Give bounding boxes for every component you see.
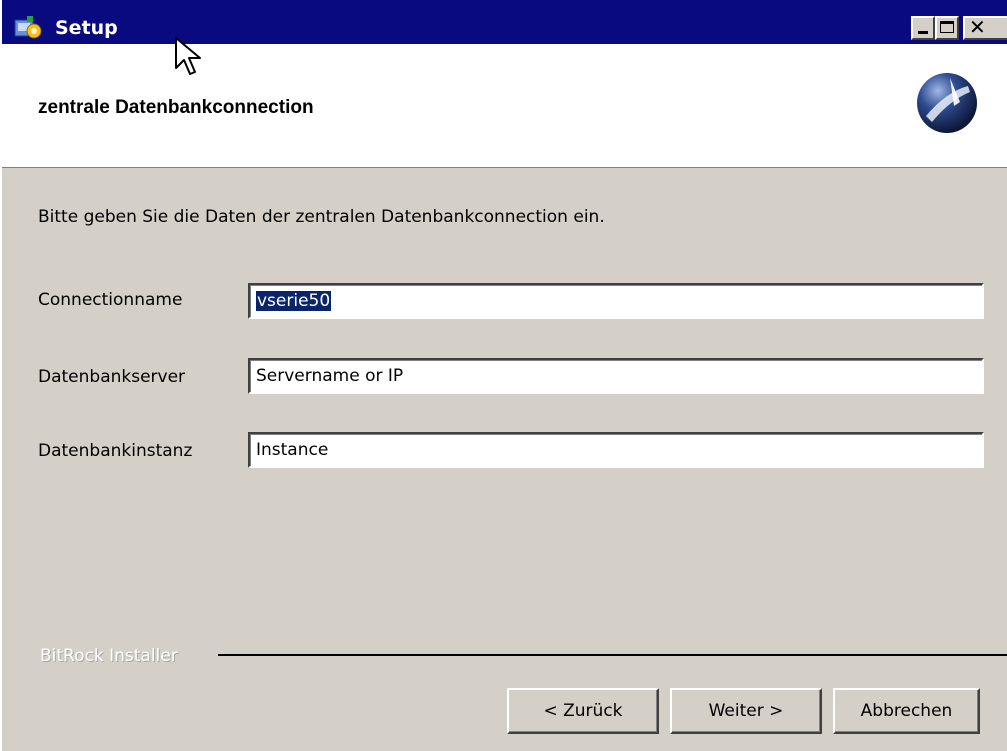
maximize-button[interactable] bbox=[935, 16, 959, 40]
close-button[interactable]: ✕ bbox=[963, 16, 1007, 40]
mouse-pointer-icon bbox=[175, 37, 201, 75]
wizard-header: zentrale Datenbankconnection bbox=[2, 44, 1007, 168]
next-button[interactable]: Weiter > bbox=[670, 688, 822, 734]
datenbankserver-label: Datenbankserver bbox=[38, 367, 186, 387]
connectionname-input[interactable]: vserie50 bbox=[248, 283, 984, 319]
connectionname-value: vserie50 bbox=[254, 290, 333, 312]
installer-brand-label: BitRock Installer bbox=[40, 646, 178, 666]
minimize-icon bbox=[918, 31, 928, 34]
setup-window: Setup ✕ zentrale Datenbankconnection Bit… bbox=[0, 0, 1007, 751]
installer-globe-logo-icon bbox=[917, 73, 977, 133]
window-title: Setup bbox=[55, 17, 118, 39]
maximize-icon bbox=[940, 21, 954, 33]
datenbankserver-value: Servername or IP bbox=[256, 366, 404, 386]
instruction-text: Bitte geben Sie die Daten der zentralen … bbox=[38, 207, 605, 227]
datenbankinstanz-input[interactable]: Instance bbox=[248, 432, 984, 468]
datenbankserver-input[interactable]: Servername or IP bbox=[248, 358, 984, 394]
minimize-button[interactable] bbox=[911, 16, 935, 40]
connectionname-label: Connectionname bbox=[38, 290, 183, 310]
datenbankinstanz-value: Instance bbox=[256, 440, 329, 460]
setup-app-icon bbox=[14, 16, 42, 39]
footer-divider bbox=[218, 654, 1007, 656]
page-title: zentrale Datenbankconnection bbox=[38, 97, 314, 118]
close-icon: ✕ bbox=[969, 15, 986, 39]
title-bar[interactable]: Setup ✕ bbox=[2, 0, 1007, 44]
back-button[interactable]: < Zurück bbox=[507, 688, 659, 734]
cancel-button[interactable]: Abbrechen bbox=[833, 688, 980, 734]
datenbankinstanz-label: Datenbankinstanz bbox=[38, 441, 193, 461]
